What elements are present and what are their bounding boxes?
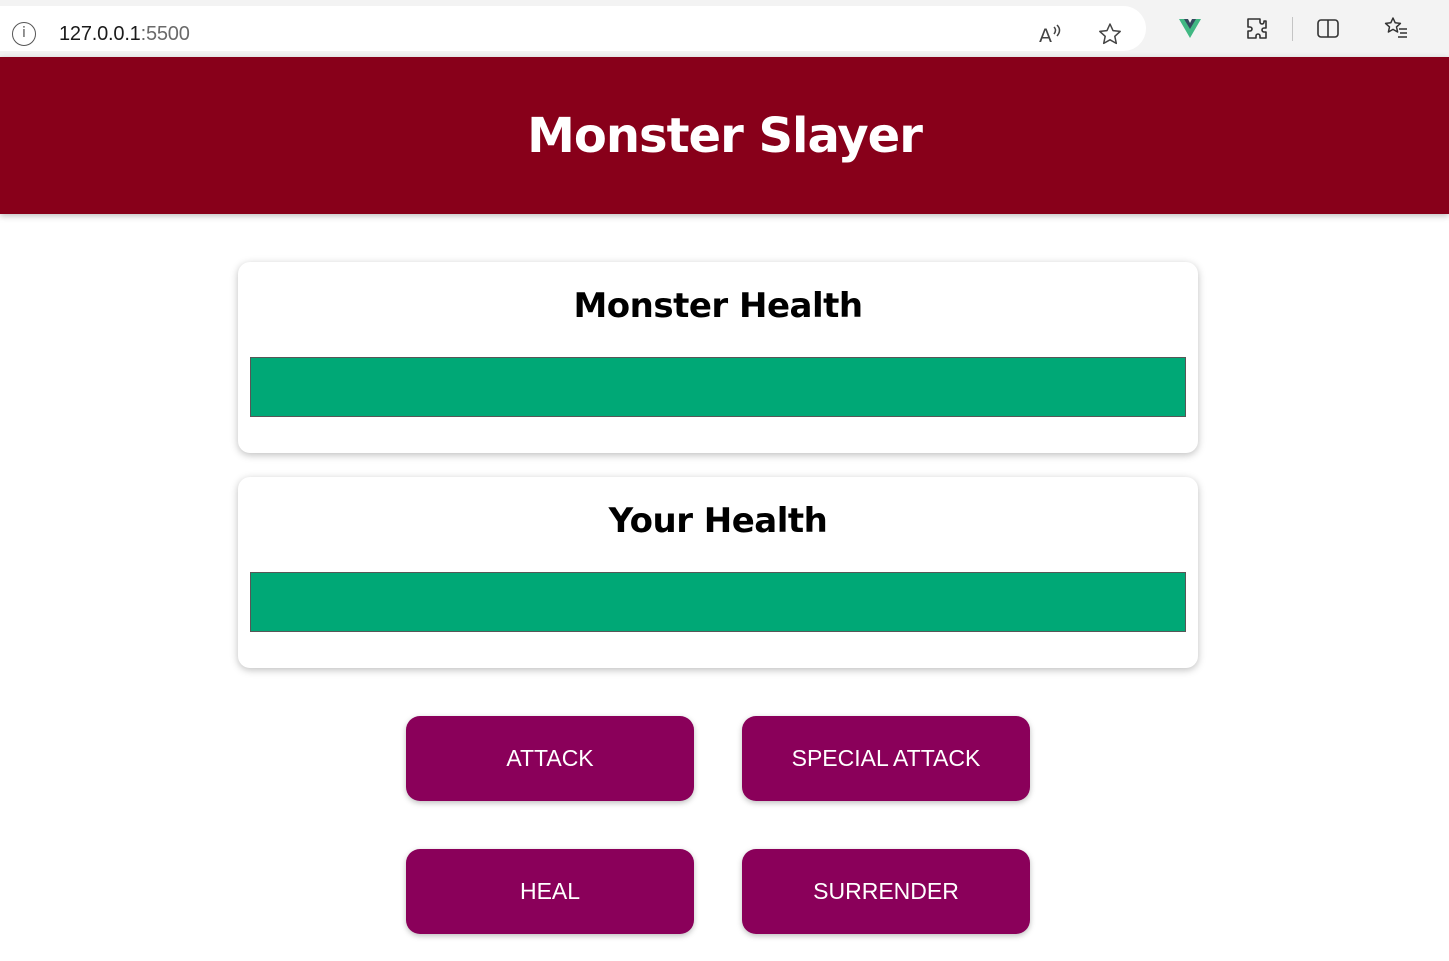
- read-aloud-icon[interactable]: A: [1036, 20, 1064, 48]
- player-healthbar: [250, 572, 1186, 632]
- info-icon[interactable]: i: [12, 22, 36, 46]
- favorite-star-icon[interactable]: [1096, 20, 1124, 48]
- url-port: :5500: [140, 23, 190, 45]
- player-health-title: Your Health: [608, 501, 828, 541]
- monster-healthbar-fill: [251, 358, 1185, 416]
- browser-toolbar: i 127.0.0.1:5500 A: [0, 0, 1449, 57]
- address-bar[interactable]: i 127.0.0.1:5500 A: [0, 6, 1146, 51]
- split-screen-icon[interactable]: [1314, 14, 1342, 42]
- player-healthbar-fill: [251, 573, 1185, 631]
- monster-health-card: Monster Health: [238, 262, 1198, 453]
- page-title: Monster Slayer: [527, 107, 923, 164]
- monster-health-title: Monster Health: [573, 286, 863, 326]
- favorites-list-icon[interactable]: [1382, 14, 1410, 42]
- app-header: Monster Slayer: [0, 57, 1449, 214]
- surrender-button[interactable]: SURRENDER: [742, 849, 1030, 934]
- vue-devtools-icon[interactable]: [1176, 14, 1204, 42]
- url-host: 127.0.0.1: [59, 23, 141, 45]
- toolbar-divider: [1292, 17, 1293, 41]
- monster-healthbar: [250, 357, 1186, 417]
- svg-text:A: A: [1039, 25, 1052, 47]
- extensions-icon[interactable]: [1243, 14, 1271, 42]
- attack-button[interactable]: ATTACK: [406, 716, 694, 801]
- player-health-card: Your Health: [238, 477, 1198, 668]
- url-text[interactable]: 127.0.0.1:5500: [59, 23, 190, 46]
- special-attack-button[interactable]: SPECIAL ATTACK: [742, 716, 1030, 801]
- heal-button[interactable]: HEAL: [406, 849, 694, 934]
